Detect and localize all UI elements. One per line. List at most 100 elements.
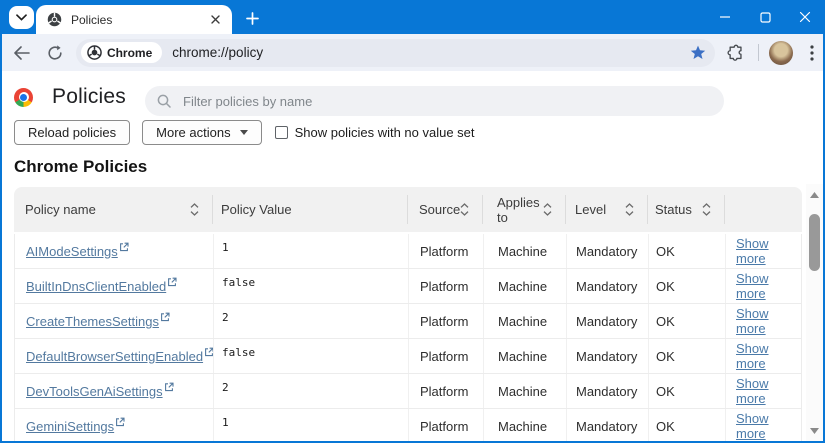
reload-policies-button[interactable]: Reload policies — [14, 119, 131, 145]
vertical-scrollbar[interactable] — [806, 184, 823, 441]
browser-tab[interactable]: Policies — [36, 5, 232, 34]
policy-applies-to: Machine — [498, 313, 548, 329]
column-header[interactable]: Source — [407, 187, 482, 232]
policy-status: OK — [656, 348, 675, 364]
puzzle-icon — [727, 44, 742, 61]
scroll-up-button[interactable] — [806, 188, 823, 202]
policy-status: OK — [656, 313, 675, 329]
column-header[interactable] — [724, 187, 802, 232]
policy-applies-to: Machine — [498, 243, 548, 259]
show-more-link[interactable]: Show more — [736, 411, 801, 441]
external-link-icon — [161, 312, 170, 321]
external-link-icon — [205, 347, 213, 356]
close-icon — [211, 15, 220, 24]
close-window-button[interactable] — [797, 9, 813, 25]
show-more-link[interactable]: Show more — [736, 236, 801, 266]
policy-value: 2 — [222, 381, 229, 394]
policy-value: false — [222, 276, 256, 289]
sort-icon[interactable] — [460, 203, 469, 216]
page-title: Policies — [52, 85, 126, 108]
policy-source: Platform — [420, 243, 469, 259]
scrollbar-thumb[interactable] — [809, 214, 820, 271]
browser-toolbar: Chrome chrome://policy — [2, 34, 823, 71]
policy-name-link[interactable]: AIModeSettings — [26, 242, 129, 259]
sort-icon[interactable] — [625, 203, 634, 216]
chrome-mono-icon — [87, 45, 102, 60]
close-icon — [799, 11, 811, 23]
sort-icon[interactable] — [702, 203, 711, 216]
table-row: DevToolsGenAiSettings 2 Platform Machine… — [15, 374, 801, 409]
policy-status: OK — [656, 418, 675, 434]
policy-name-link[interactable]: DefaultBrowserSettingEnabled — [26, 347, 213, 364]
star-icon — [690, 45, 706, 59]
show-more-link[interactable]: Show more — [736, 306, 801, 336]
chrome-logo-icon — [14, 87, 33, 107]
policy-name-link[interactable]: BuiltInDnsClientEnabled — [26, 277, 177, 294]
policy-name-link[interactable]: CreateThemesSettings — [26, 312, 170, 329]
triangle-down-icon — [810, 428, 819, 434]
minimize-button[interactable] — [717, 9, 733, 25]
policy-source: Platform — [420, 313, 469, 329]
actions-row: Reload policies More actions Show polici… — [14, 119, 803, 145]
browser-window: Policies Chrome chrome://policy Policies… — [0, 0, 825, 443]
show-more-link[interactable]: Show more — [736, 376, 801, 406]
sort-icon[interactable] — [543, 203, 552, 216]
search-icon — [157, 94, 171, 108]
profile-avatar[interactable] — [769, 40, 794, 65]
extensions-button[interactable] — [724, 41, 748, 65]
policy-value: 2 — [222, 311, 229, 324]
table-body: AIModeSettings 1 Platform Machine Mandat… — [14, 234, 802, 441]
reload-icon — [48, 44, 62, 60]
show-no-value-label: Show policies with no value set — [294, 124, 475, 140]
tab-search-button[interactable] — [9, 6, 34, 29]
window-frame: Chrome chrome://policy Policies Filter p… — [2, 34, 823, 441]
reload-button[interactable] — [42, 40, 68, 66]
toolbar-divider — [758, 44, 760, 61]
policy-level: Mandatory — [576, 348, 638, 364]
policy-value: 1 — [222, 416, 229, 429]
policy-status: OK — [656, 243, 675, 259]
column-header[interactable]: Policy name — [14, 187, 212, 232]
table-header-row: Policy name Policy Value Source Applies … — [14, 187, 802, 232]
policy-source: Platform — [420, 278, 469, 294]
column-header[interactable]: Policy Value — [212, 187, 407, 232]
show-no-value-checkbox[interactable] — [274, 125, 288, 139]
filter-input[interactable] — [183, 93, 712, 109]
column-header[interactable]: Level — [565, 187, 647, 232]
site-chip[interactable]: Chrome — [80, 42, 163, 63]
window-controls — [717, 0, 819, 34]
url-text: chrome://policy — [172, 45, 264, 60]
policy-level: Mandatory — [576, 243, 638, 259]
tab-strip: Policies — [0, 0, 825, 34]
policy-value: false — [222, 346, 256, 359]
sort-icon[interactable] — [190, 203, 199, 216]
tab-title: Policies — [71, 12, 113, 27]
table-row: CreateThemesSettings 2 Platform Machine … — [15, 304, 801, 339]
show-more-link[interactable]: Show more — [736, 341, 801, 371]
policy-table: Policy name Policy Value Source Applies … — [14, 187, 802, 441]
address-bar[interactable]: Chrome chrome://policy — [75, 38, 716, 67]
browser-menu-button[interactable] — [801, 42, 823, 64]
new-tab-button[interactable] — [242, 8, 262, 28]
back-arrow-icon — [14, 45, 31, 60]
filter-field[interactable] — [145, 86, 724, 116]
scroll-down-button[interactable] — [806, 424, 823, 438]
more-actions-button[interactable]: More actions — [142, 119, 262, 145]
policy-applies-to: Machine — [498, 348, 548, 364]
external-link-icon — [168, 277, 177, 286]
bookmark-star-button[interactable] — [687, 42, 709, 64]
table-row: BuiltInDnsClientEnabled false Platform M… — [15, 269, 801, 304]
column-header[interactable]: Applies to — [482, 187, 565, 232]
table-row: AIModeSettings 1 Platform Machine Mandat… — [15, 234, 801, 269]
tab-close-button[interactable] — [207, 11, 224, 28]
maximize-button[interactable] — [757, 9, 773, 25]
column-header[interactable]: Status — [647, 187, 724, 232]
section-title: Chrome Policies — [14, 157, 148, 176]
policy-name-link[interactable]: DevToolsGenAiSettings — [26, 382, 174, 399]
policy-level: Mandatory — [576, 313, 638, 329]
back-button[interactable] — [9, 40, 35, 66]
policy-name-link[interactable]: GeminiSettings — [26, 417, 125, 434]
minimize-icon — [720, 16, 730, 18]
kebab-menu-icon — [810, 44, 814, 61]
show-more-link[interactable]: Show more — [736, 271, 801, 301]
